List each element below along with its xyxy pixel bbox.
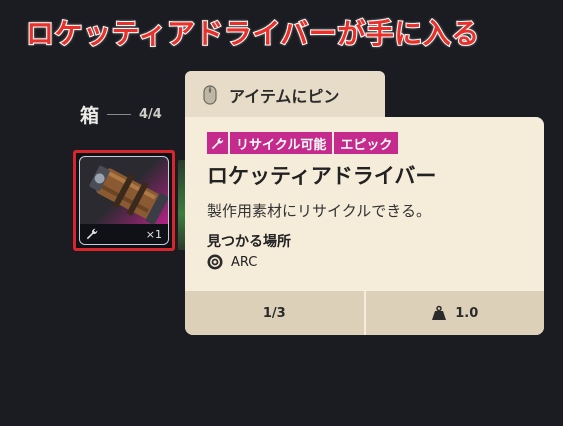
tag-row: リサイクル可能 エピック bbox=[207, 132, 399, 154]
item-description: 製作用素材にリサイクルできる。 bbox=[207, 202, 431, 220]
arc-icon bbox=[207, 254, 223, 270]
location-name: ARC bbox=[231, 254, 258, 270]
container-title: 箱 bbox=[80, 105, 100, 127]
pin-item-button[interactable]: アイテムにピン bbox=[185, 71, 385, 119]
tag-rarity-epic: エピック bbox=[334, 132, 399, 154]
wrench-icon bbox=[86, 228, 98, 240]
container-count: 4/4 bbox=[139, 107, 162, 122]
weight-value: 1.0 bbox=[455, 305, 479, 321]
container-header: 箱 4/4 bbox=[80, 101, 162, 128]
rocketeer-driver-image bbox=[89, 165, 168, 225]
weight-cell: 1.0 bbox=[366, 291, 545, 335]
inventory-slot-selected[interactable]: ×1 bbox=[73, 150, 175, 251]
weight-icon bbox=[432, 305, 447, 320]
mouse-icon bbox=[203, 85, 217, 105]
tag-recyclable: リサイクル可能 bbox=[230, 132, 333, 154]
headline-caption: ロケッティアドライバーが手に入る bbox=[25, 16, 480, 51]
slot-footer: ×1 bbox=[80, 224, 168, 244]
stack-count: 1/3 bbox=[262, 305, 286, 321]
divider-line bbox=[107, 114, 132, 115]
item-quantity: ×1 bbox=[145, 227, 162, 241]
pin-item-label: アイテムにピン bbox=[229, 87, 340, 106]
tooltip-footer: 1/3 1.0 bbox=[185, 291, 544, 335]
item-name: ロケッティアドライバー bbox=[207, 164, 437, 188]
wrench-icon bbox=[211, 137, 224, 149]
stack-cell: 1/3 bbox=[185, 291, 364, 335]
found-location-title: 見つかる場所 bbox=[207, 234, 291, 250]
found-location-row: ARC bbox=[207, 254, 257, 270]
item-tooltip-card: リサイクル可能 エピック ロケッティアドライバー 製作用素材にリサイクルできる。… bbox=[185, 117, 544, 335]
item-thumbnail: ×1 bbox=[79, 156, 169, 245]
tag-wrench bbox=[207, 132, 228, 154]
